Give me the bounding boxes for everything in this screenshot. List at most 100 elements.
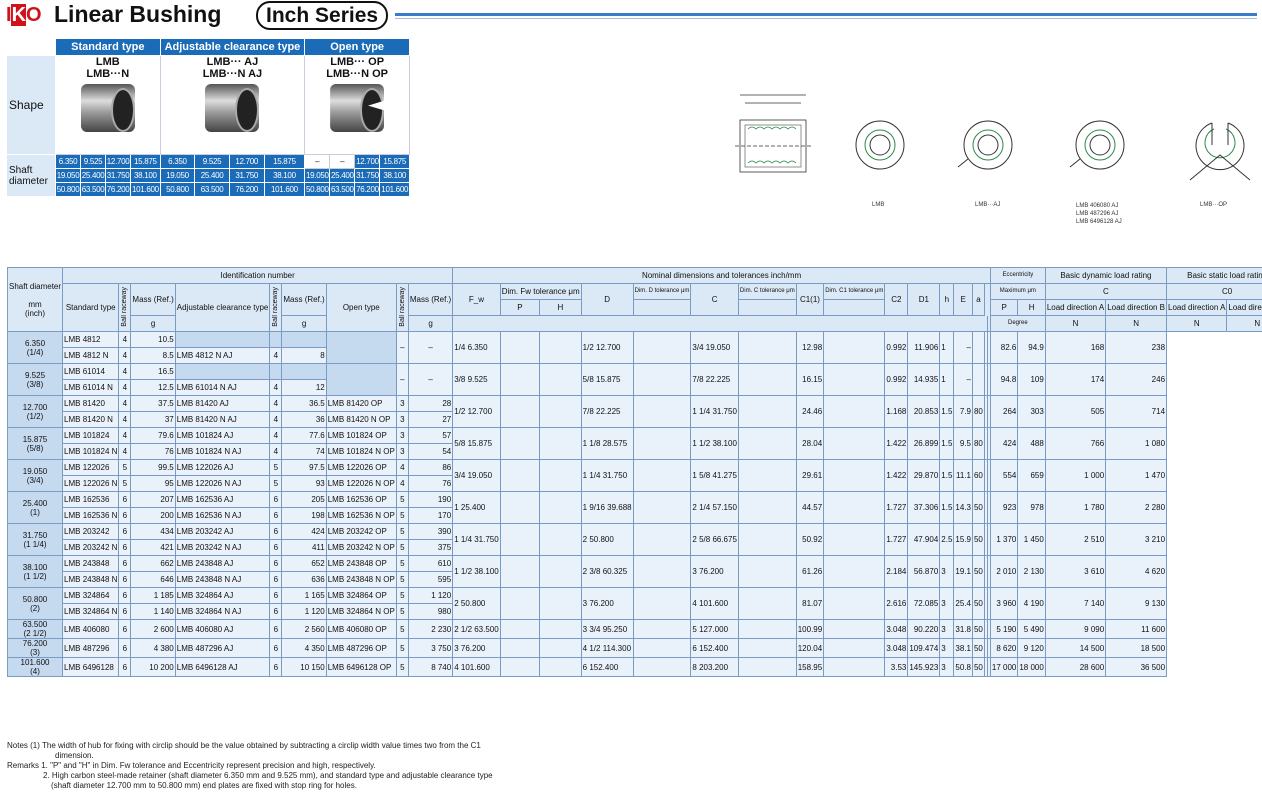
table-cell: 3 76.200 xyxy=(690,555,739,588)
table-cell: 5 xyxy=(395,507,409,524)
table-cell: 1 1/8 28.575 xyxy=(580,427,634,460)
table-cell: 662 xyxy=(130,555,176,572)
table-row: 31.750 (1 1/4) LMB 203242 6 434 LMB 203242 AJ… xyxy=(6,523,1262,556)
table-cell: 424 xyxy=(989,427,1019,460)
table-cell: 1 1/2 38.100 xyxy=(452,555,501,588)
col-dyn: Basic dynamic load rating xyxy=(1044,267,1168,284)
table-cell: 9.5 xyxy=(953,427,973,460)
table-cell: 7 140 xyxy=(1044,587,1107,620)
table-cell: 2 3/8 60.325 xyxy=(580,555,634,588)
table-cell: 505 xyxy=(1044,395,1107,428)
table-cell: 6 xyxy=(269,657,283,677)
table-cell: 56.870 xyxy=(907,555,941,588)
table-cell: LMB 6496128 OP xyxy=(325,657,397,677)
table-cell xyxy=(823,523,886,556)
table-cell: 646 xyxy=(130,571,176,588)
table-cell: 766 xyxy=(1044,427,1107,460)
table-cell: 3 xyxy=(939,638,955,658)
table-cell: 5 127.000 xyxy=(690,619,739,639)
table-cell: 50 xyxy=(971,619,985,639)
table-cell: 50 xyxy=(971,523,985,556)
table-cell: 1.727 xyxy=(884,523,909,556)
col-static: Basic static load rating xyxy=(1166,267,1262,284)
table-cell: LMB 6496128 AJ xyxy=(174,657,271,677)
table-cell: 2 010 xyxy=(989,555,1019,588)
table-cell: 109.474 xyxy=(907,638,941,658)
table-cell: 205 xyxy=(281,491,327,508)
col-shaft: Shaft diameter mm (inch) xyxy=(6,267,64,332)
table-cell: LMB 162536 N OP xyxy=(325,507,397,524)
table-cell: 50 xyxy=(971,657,985,677)
table-cell: LMB 4812 xyxy=(62,331,120,348)
table-cell: 11.906 xyxy=(907,331,941,364)
table-cell: 28.04 xyxy=(795,427,825,460)
table-cell: 9 090 xyxy=(1044,619,1107,639)
table-cell: 1 25.400 xyxy=(452,491,501,524)
table-cell: 4 xyxy=(118,379,132,396)
table-cell: 61.26 xyxy=(795,555,825,588)
table-cell: 4 xyxy=(118,331,132,348)
table-cell: 4 xyxy=(269,395,283,412)
table-cell: 1 5/8 41.275 xyxy=(690,459,739,492)
table-cell: 0.992 xyxy=(884,331,909,364)
table-cell: LMB 101824 OP xyxy=(325,427,397,444)
col-ecc: Eccentricity xyxy=(989,267,1046,284)
series-pill: Inch Series xyxy=(256,1,389,30)
table-cell: LMB 324864 N AJ xyxy=(174,603,271,620)
table-cell: LMB 324864 AJ xyxy=(174,587,271,604)
table-cell xyxy=(971,331,985,364)
table-cell: 3 xyxy=(939,657,955,677)
table-cell: 1 470 xyxy=(1105,459,1168,492)
caption-lmb: LMB xyxy=(872,202,885,208)
table-cell: 207 xyxy=(130,491,176,508)
table-cell xyxy=(539,619,582,639)
table-cell xyxy=(737,638,797,658)
table-cell xyxy=(174,331,271,348)
table-cell: LMB 243848 OP xyxy=(325,555,397,572)
table-cell: 11.1 xyxy=(953,459,973,492)
table-cell xyxy=(325,363,397,396)
table-cell: 714 xyxy=(1105,395,1168,428)
table-cell xyxy=(499,657,541,677)
table-cell: 2 50.800 xyxy=(580,523,634,556)
table-cell xyxy=(823,491,886,524)
table-cell: 6 xyxy=(269,619,283,639)
table-cell: LMB 122026 xyxy=(62,459,120,476)
table-cell xyxy=(539,491,582,524)
shaft-diameter-label: Shaft diameter xyxy=(6,154,56,197)
table-cell: 303 xyxy=(1017,395,1046,428)
table-cell: LMB 203242 N AJ xyxy=(174,539,271,556)
table-row: 12.700 (1/2) LMB 81420 4 37.5 LMB 81420 AJ 4 36… xyxy=(6,395,1262,428)
table-cell: 6 152.400 xyxy=(690,638,739,658)
table-cell xyxy=(823,363,886,396)
bushing-open-image xyxy=(330,84,385,132)
table-cell: 2 5/8 66.675 xyxy=(690,523,739,556)
table-cell: 19.050 (3/4) xyxy=(6,459,64,492)
header-rule xyxy=(395,13,1257,16)
table-cell: 120.04 xyxy=(795,638,825,658)
table-cell: 12.5 xyxy=(130,379,176,396)
table-cell: 8 740 xyxy=(407,657,454,677)
table-cell xyxy=(737,427,797,460)
table-cell: 72.085 xyxy=(907,587,941,620)
table-cell: 5 xyxy=(395,555,409,572)
table-cell: 3 960 xyxy=(989,587,1019,620)
table-cell: 5 xyxy=(118,475,132,492)
table-cell: LMB 61014 xyxy=(62,363,120,380)
table-cell xyxy=(737,395,797,428)
table-cell: 3 xyxy=(395,427,409,444)
table-cell: 4 xyxy=(269,347,283,364)
table-cell: 5 xyxy=(395,539,409,556)
table-cell: 5 xyxy=(118,459,132,476)
table-cell: 36.5 xyxy=(281,395,327,412)
table-cell: 94.9 xyxy=(1017,331,1046,364)
table-cell: 9.525 (3/8) xyxy=(6,363,64,396)
table-cell xyxy=(737,555,797,588)
table-cell: LMB 324864 OP xyxy=(325,587,397,604)
table-cell: 50 xyxy=(971,587,985,620)
table-cell xyxy=(632,491,692,524)
table-cell xyxy=(823,619,886,639)
table-cell: 1 9/16 39.688 xyxy=(580,491,634,524)
type-standard: Standard type xyxy=(55,38,161,56)
table-cell: LMB 203242 AJ xyxy=(174,523,271,540)
